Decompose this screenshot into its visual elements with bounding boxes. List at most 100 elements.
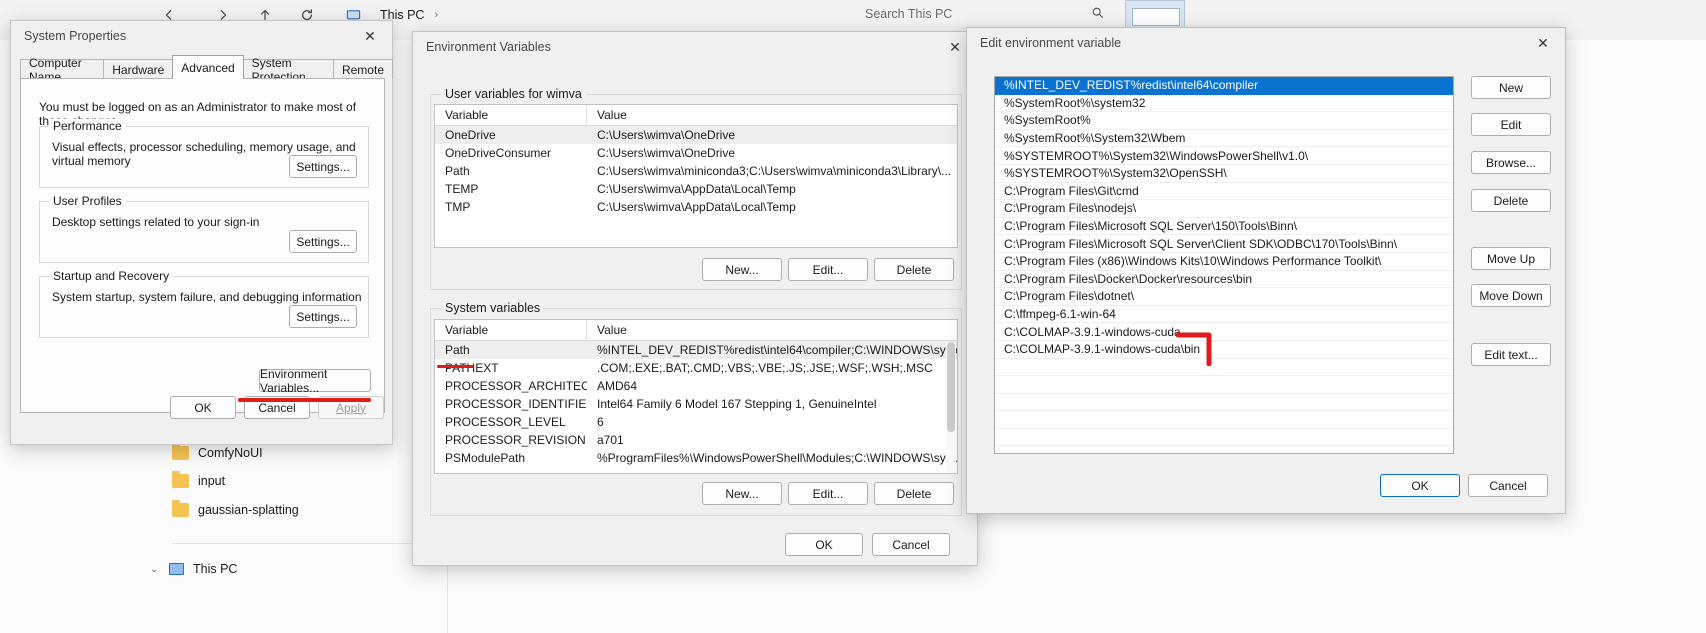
cell-variable: TEMP: [445, 182, 479, 196]
chevron-down-icon[interactable]: ⌄: [148, 564, 160, 575]
startup-recovery-settings-label: Settings...: [296, 309, 350, 324]
tab-computer-name[interactable]: Computer Name: [20, 56, 105, 84]
cell-value: Intel64 Family 6 Model 167 Stepping 1, G…: [597, 397, 877, 411]
table-row[interactable]: OneDriveConsumer C:\Users\wimva\OneDrive: [435, 144, 957, 162]
table-row[interactable]: PROCESSOR_IDENTIFIER Intel64 Family 6 Mo…: [435, 395, 957, 413]
folder-label: input: [198, 474, 226, 488]
user-new-button[interactable]: New...: [702, 258, 782, 281]
search-input[interactable]: Search This PC: [865, 0, 1110, 28]
env-ok-button[interactable]: OK: [785, 533, 863, 556]
table-row[interactable]: PSModulePath %ProgramFiles%\WindowsPower…: [435, 449, 957, 467]
list-item[interactable]: C:\Program Files\Microsoft SQL Server\15…: [995, 218, 1453, 236]
folder-icon: [172, 500, 189, 517]
close-icon[interactable]: ✕: [1521, 28, 1565, 58]
list-item[interactable]: C:\Program Files\Git\cmd: [995, 183, 1453, 201]
startup-recovery-settings-button[interactable]: Settings...: [289, 305, 357, 328]
list-item[interactable]: %SystemRoot%\system32: [995, 95, 1453, 113]
cell-variable: PROCESSOR_REVISION: [445, 433, 586, 447]
table-row[interactable]: PROCESSOR_ARCHITECTURE AMD64: [435, 377, 957, 395]
list-item-empty[interactable]: [995, 446, 1453, 453]
tab-hardware[interactable]: Hardware: [103, 59, 174, 79]
user-profiles-settings-button[interactable]: Settings...: [289, 230, 357, 253]
cell-variable: TMP: [445, 200, 471, 214]
table-row[interactable]: PATHEXT .COM;.EXE;.BAT;.CMD;.VBS;.VBE;.J…: [435, 359, 957, 377]
move-down-button[interactable]: Move Down: [1471, 284, 1551, 307]
path-entry-label: %SystemRoot%: [1004, 113, 1091, 128]
list-item[interactable]: C:\Program Files\nodejs\: [995, 200, 1453, 218]
user-profiles-description: Desktop settings related to your sign-in: [52, 215, 260, 229]
list-item-empty[interactable]: [995, 359, 1453, 377]
table-row[interactable]: OneDrive C:\Users\wimva\OneDrive: [435, 126, 957, 144]
list-item[interactable]: C:\COLMAP-3.9.1-windows-cuda: [995, 323, 1453, 341]
breadcrumb-separator-icon: ›: [434, 9, 439, 21]
tab-system-protection[interactable]: System Protection: [242, 56, 334, 84]
edit-button[interactable]: Edit: [1471, 113, 1551, 136]
list-item[interactable]: C:\Program Files (x86)\Windows Kits\10\W…: [995, 253, 1453, 271]
edit-ok-label: OK: [1411, 478, 1429, 493]
cell-value: C:\Users\wimva\OneDrive: [597, 146, 736, 160]
scrollbar-thumb[interactable]: [947, 342, 955, 432]
user-delete-button[interactable]: Delete: [874, 258, 954, 281]
sidebar-item-this-pc[interactable]: ⌄ This PC: [148, 556, 237, 582]
edit-environment-variable-dialog: Edit environment variable ✕ %INTEL_DEV_R…: [966, 27, 1566, 514]
path-entry-label: %SYSTEMROOT%\System32\OpenSSH\: [1004, 166, 1227, 181]
annotation-bracket-colmap: [1176, 332, 1212, 366]
list-item[interactable]: %SystemRoot%\System32\Wbem: [995, 130, 1453, 148]
tab-strip: Computer Name Hardware Advanced System P…: [20, 55, 393, 84]
list-item[interactable]: %SystemRoot%: [995, 112, 1453, 130]
path-entry-label: C:\COLMAP-3.9.1-windows-cuda: [1004, 324, 1181, 339]
browse-button[interactable]: Browse...: [1471, 151, 1551, 174]
edit-cancel-button[interactable]: Cancel: [1468, 474, 1548, 497]
table-row[interactable]: TEMP C:\Users\wimva\AppData\Local\Temp: [435, 180, 957, 198]
system-delete-button[interactable]: Delete: [874, 482, 954, 505]
close-icon[interactable]: ✕: [348, 21, 392, 51]
list-item[interactable]: C:\ffmpeg-6.1-win-64: [995, 306, 1453, 324]
ok-button[interactable]: OK: [170, 396, 236, 419]
this-pc-icon: [169, 563, 184, 575]
edit-text-button[interactable]: Edit text...: [1471, 343, 1551, 366]
system-new-button[interactable]: New...: [702, 482, 782, 505]
move-up-button[interactable]: Move Up: [1471, 247, 1551, 270]
cell-variable: PROCESSOR_ARCHITECTURE: [445, 379, 587, 393]
list-item-empty[interactable]: [995, 411, 1453, 429]
search-icon[interactable]: [1091, 6, 1104, 22]
cell-value: C:\Users\wimva\miniconda3;C:\Users\wimva…: [597, 164, 952, 178]
list-item[interactable]: C:\COLMAP-3.9.1-windows-cuda\bin: [995, 341, 1453, 359]
table-row[interactable]: TMP C:\Users\wimva\AppData\Local\Temp: [435, 198, 957, 216]
list-item[interactable]: input: [172, 468, 225, 494]
user-variables-header: Variable Value: [435, 105, 957, 126]
list-item-empty[interactable]: [995, 429, 1453, 447]
table-row[interactable]: PROCESSOR_REVISION a701: [435, 431, 957, 449]
table-row[interactable]: Path C:\Users\wimva\miniconda3;C:\Users\…: [435, 162, 957, 180]
system-edit-button[interactable]: Edit...: [788, 482, 868, 505]
new-button[interactable]: New: [1471, 76, 1551, 99]
list-item[interactable]: %SYSTEMROOT%\System32\WindowsPowerShell\…: [995, 147, 1453, 165]
performance-settings-button[interactable]: Settings...: [289, 155, 357, 178]
list-item[interactable]: %SYSTEMROOT%\System32\OpenSSH\: [995, 165, 1453, 183]
table-row[interactable]: PROCESSOR_LEVEL 6: [435, 413, 957, 431]
user-variables-table[interactable]: Variable Value OneDrive C:\Users\wimva\O…: [434, 104, 958, 248]
list-item[interactable]: gaussian-splatting: [172, 497, 299, 523]
edit-ok-button[interactable]: OK: [1380, 474, 1460, 497]
environment-variables-button[interactable]: Environment Variables...: [259, 367, 371, 395]
startup-recovery-legend: Startup and Recovery: [49, 269, 174, 283]
list-item[interactable]: %INTEL_DEV_REDIST%redist\intel64\compile…: [995, 77, 1453, 95]
path-entries-list[interactable]: %INTEL_DEV_REDIST%redist\intel64\compile…: [994, 76, 1454, 454]
system-variables-table[interactable]: Variable Value Path %INTEL_DEV_REDIST%re…: [434, 319, 958, 474]
env-cancel-label: Cancel: [892, 537, 930, 552]
system-variables-scrollbar[interactable]: [946, 342, 956, 472]
user-edit-button[interactable]: Edit...: [788, 258, 868, 281]
list-item-empty[interactable]: [995, 376, 1453, 394]
table-row[interactable]: Path %INTEL_DEV_REDIST%redist\intel64\co…: [435, 341, 957, 359]
list-item[interactable]: C:\Program Files\Microsoft SQL Server\Cl…: [995, 235, 1453, 253]
tab-remote[interactable]: Remote: [332, 59, 393, 79]
env-cancel-button[interactable]: Cancel: [872, 533, 950, 556]
path-entry-label: C:\Program Files (x86)\Windows Kits\10\W…: [1004, 254, 1382, 269]
list-item-empty[interactable]: [995, 394, 1453, 412]
cell-variable: Path: [445, 343, 470, 357]
search-placeholder: Search This PC: [865, 7, 953, 21]
list-item[interactable]: C:\Program Files\Docker\Docker\resources…: [995, 271, 1453, 289]
delete-button[interactable]: Delete: [1471, 189, 1551, 212]
tab-advanced[interactable]: Advanced: [172, 55, 244, 79]
list-item[interactable]: C:\Program Files\dotnet\: [995, 288, 1453, 306]
